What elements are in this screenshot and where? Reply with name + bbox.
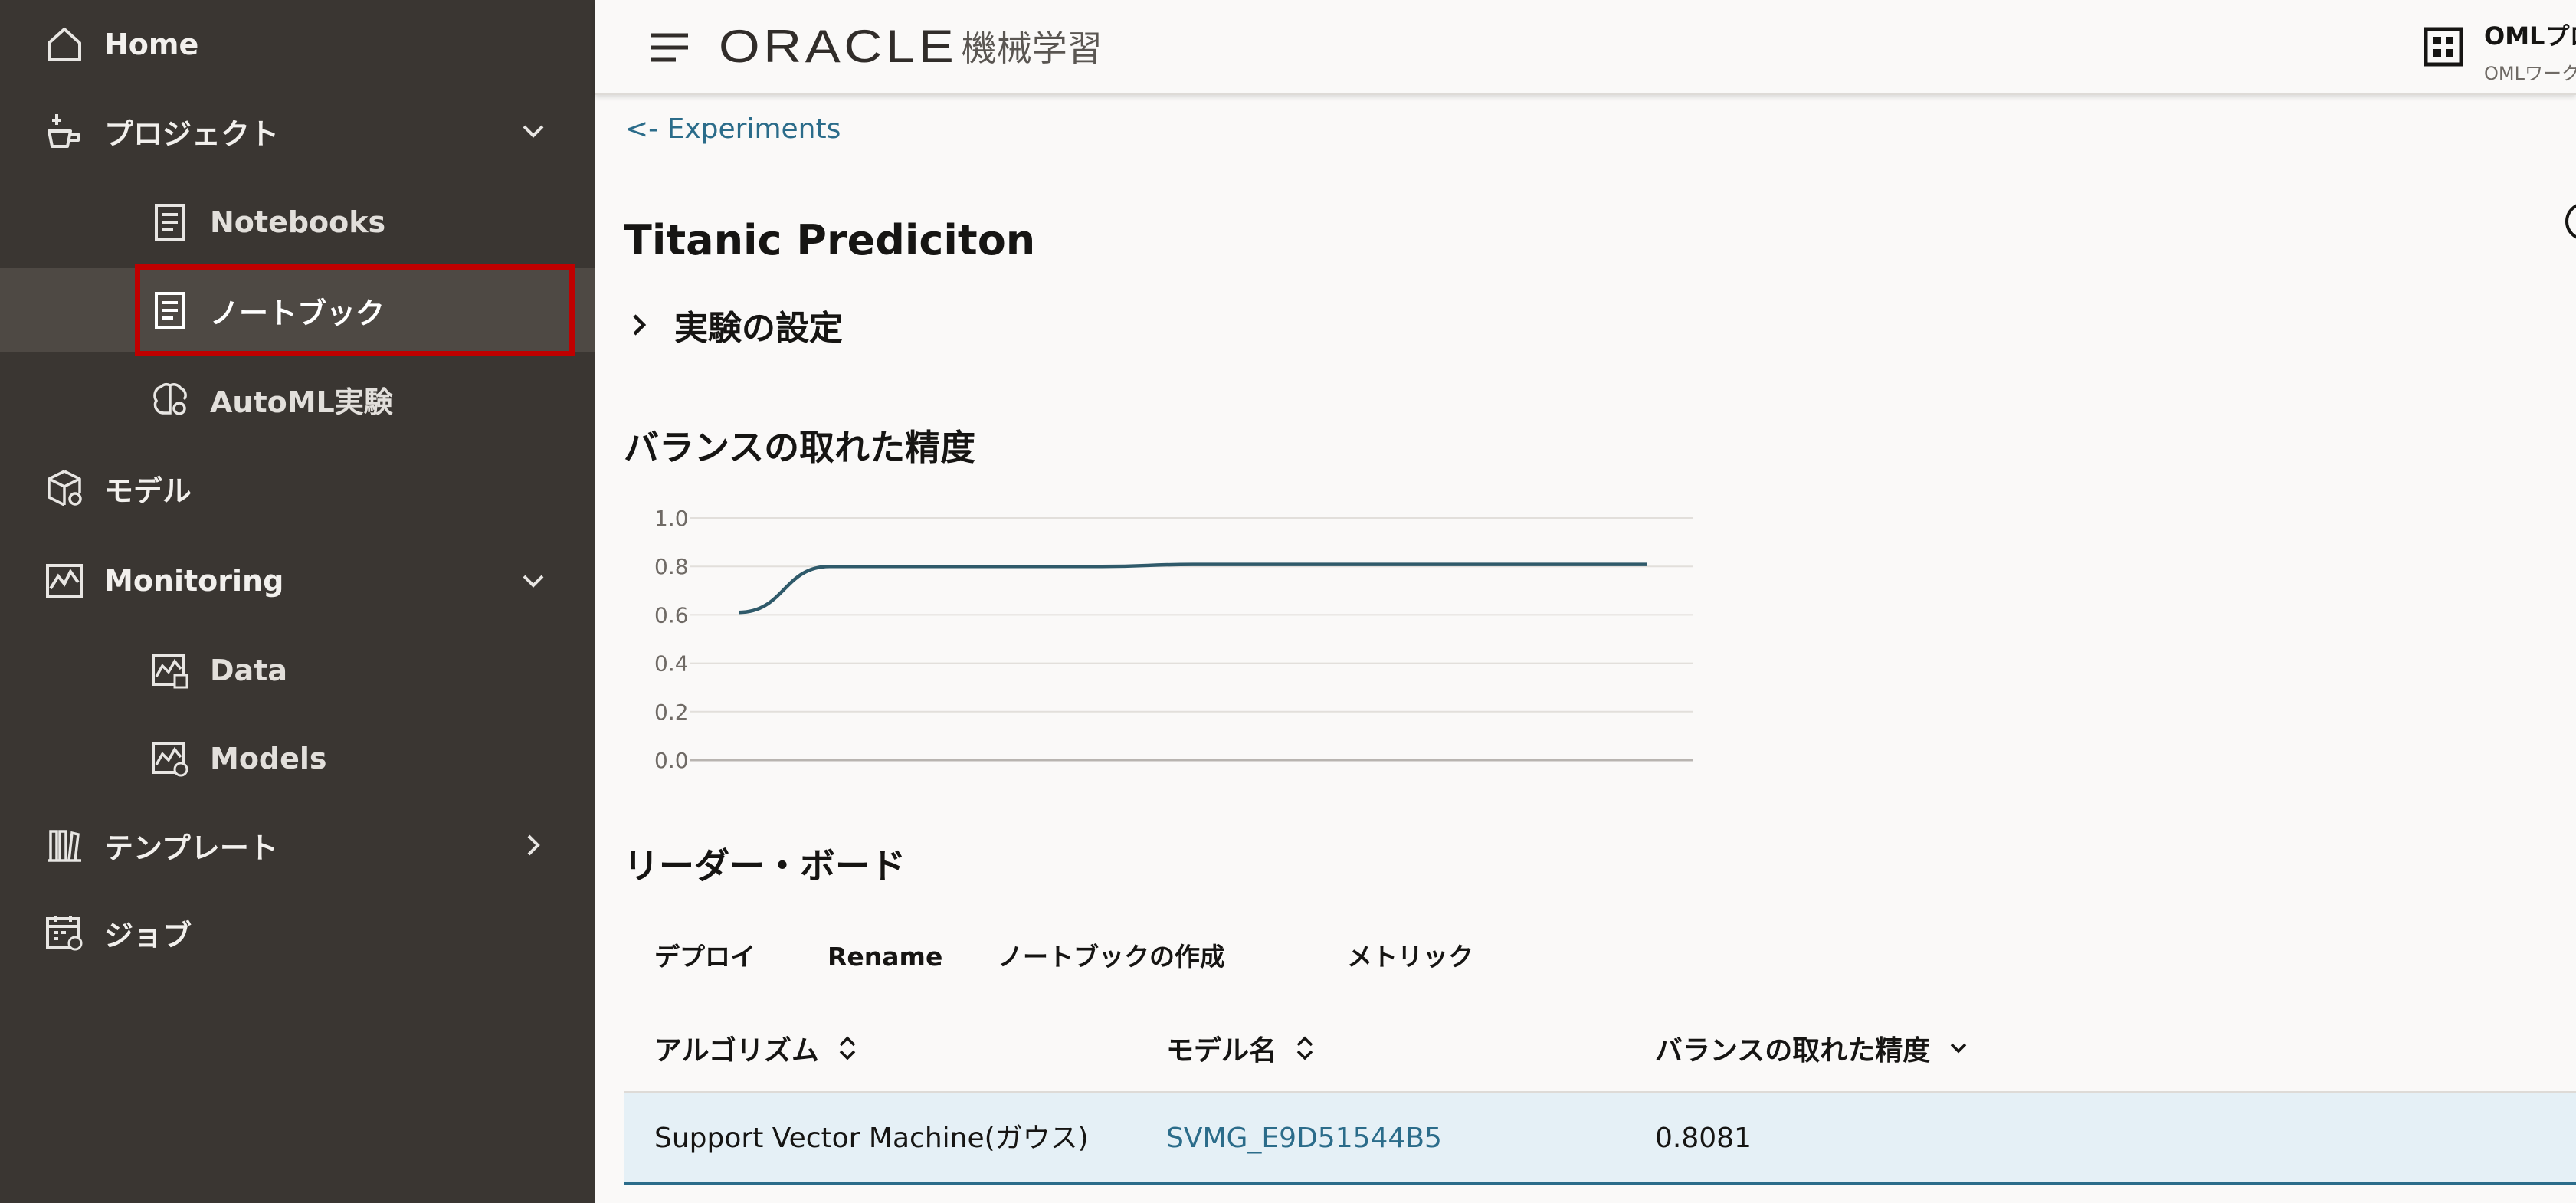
template-icon — [43, 824, 86, 867]
product-name: 機械学習 — [961, 28, 1103, 69]
sidebar-item-monitor-models[interactable]: Models — [0, 716, 595, 801]
sidebar-item-label: Monitoring — [104, 564, 284, 598]
y-tick-label: 0.6 — [654, 602, 689, 628]
models-monitor-icon — [149, 737, 192, 780]
table-row[interactable]: Support Vector Machine(ガウス) SVMG_E9D5154… — [624, 1093, 2576, 1185]
help-icon[interactable] — [2565, 202, 2576, 241]
experiment-settings-toggle[interactable]: 実験の設定 — [627, 302, 843, 348]
top-header: ORACLE 機械学習 OMLプロ OMLワーク — [595, 0, 2576, 95]
sidebar-item-notebooks[interactable]: Notebooks — [0, 180, 595, 264]
model-icon — [43, 467, 86, 510]
experiment-settings-label: 実験の設定 — [674, 309, 843, 348]
notebook-icon — [149, 201, 192, 244]
chevron-down-icon[interactable] — [518, 116, 549, 146]
chevron-down-icon[interactable] — [518, 565, 549, 596]
brand-logo[interactable]: ORACLE 機械学習 — [719, 20, 1103, 72]
sidebar-item-notebook-ja[interactable]: ノートブック — [0, 268, 595, 352]
page-title: Titanic Prediciton — [624, 216, 1036, 264]
y-tick-label: 0.2 — [654, 700, 689, 725]
sort-icon — [1296, 1036, 1313, 1060]
sort-icon — [839, 1036, 856, 1060]
leaderboard-table: アルゴリズム モデル名 バランスの取れた精度 Support Vector Ma… — [624, 1004, 2576, 1185]
sidebar-item-label: Data — [210, 654, 287, 687]
monitoring-icon — [43, 559, 86, 602]
sidebar-item-label: ノートブック — [210, 296, 385, 330]
home-icon — [43, 23, 86, 66]
sort-descending-icon — [1951, 1043, 1967, 1054]
sidebar-item-label: ジョブ — [104, 918, 192, 952]
y-tick-label: 0.0 — [654, 748, 689, 773]
hamburger-menu-icon[interactable] — [648, 28, 691, 67]
sidebar-item-automl[interactable]: AutoML実験 — [0, 357, 595, 441]
sidebar-item-models[interactable]: モデル — [0, 446, 595, 530]
workspace-subtitle: OMLワーク — [2484, 63, 2576, 84]
y-tick-label: 1.0 — [654, 506, 689, 531]
sidebar-item-jobs[interactable]: ジョブ — [0, 890, 595, 975]
sidebar-item-label: Models — [210, 742, 327, 775]
data-monitor-icon — [149, 649, 192, 692]
column-header-model-name[interactable]: モデル名 — [1166, 1004, 1316, 1093]
algorithm-cell: Support Vector Machine(ガウス) — [654, 1123, 1089, 1154]
oracle-logo: ORACLE — [719, 20, 958, 72]
chart-heading: バランスの取れた精度 — [624, 427, 976, 468]
sidebar-item-data[interactable]: Data — [0, 628, 595, 713]
y-tick-label: 0.4 — [654, 651, 689, 677]
create-notebook-button[interactable]: ノートブックの作成 — [998, 930, 1225, 984]
sidebar-item-label: テンプレート — [104, 831, 278, 865]
automl-icon — [149, 378, 192, 421]
workspace-name: OMLプロ — [2484, 21, 2576, 51]
sidebar-item-label: モデル — [104, 474, 192, 508]
sidebar-item-label: AutoML実験 — [210, 385, 393, 419]
main-content: <- Experiments Titanic Prediciton 実験の設定 … — [595, 95, 2576, 1203]
jobs-icon — [43, 911, 86, 954]
chart-svg: 0.0 0.2 0.4 0.6 0.8 1.0 — [654, 506, 1693, 773]
workspace-grid-icon[interactable] — [2423, 26, 2464, 67]
sidebar: Home プロジェクト Notebooks ノートブック AutoML実験 モデ… — [0, 0, 595, 1203]
notebook-icon — [149, 289, 192, 332]
sidebar-item-label: プロジェクト — [104, 116, 280, 151]
sidebar-item-monitoring[interactable]: Monitoring — [0, 539, 595, 623]
table-header: アルゴリズム モデル名 バランスの取れた精度 — [624, 1004, 2576, 1093]
sidebar-item-project[interactable]: プロジェクト — [0, 89, 595, 173]
chevron-right-icon — [633, 314, 647, 336]
project-icon — [43, 110, 86, 152]
metrics-button[interactable]: メトリック — [1347, 930, 1473, 984]
model-name-link[interactable]: SVMG_E9D51544B5 — [1166, 1093, 1442, 1185]
column-header-algorithm[interactable]: アルゴリズム — [654, 1004, 859, 1093]
series-line — [738, 562, 1647, 615]
deploy-button[interactable]: デプロイ — [654, 930, 755, 984]
back-to-experiments-link[interactable]: <- Experiments — [625, 113, 841, 145]
app: Home プロジェクト Notebooks ノートブック AutoML実験 モデ… — [0, 0, 2576, 1203]
sidebar-item-templates[interactable]: テンプレート — [0, 803, 595, 887]
sidebar-item-label: Notebooks — [210, 205, 386, 239]
chevron-right-icon[interactable] — [518, 830, 549, 860]
y-tick-label: 0.8 — [654, 554, 689, 579]
sidebar-item-label: Home — [104, 28, 199, 61]
column-header-balanced-accuracy[interactable]: バランスの取れた精度 — [1655, 1004, 1970, 1093]
balanced-accuracy-chart: 0.0 0.2 0.4 0.6 0.8 1.0 — [624, 493, 1942, 800]
sidebar-item-home[interactable]: Home — [0, 2, 595, 87]
accuracy-cell: 0.8081 — [1655, 1123, 1752, 1154]
workspace-selector[interactable]: OMLプロ OMLワーク — [2484, 17, 2576, 85]
rename-button[interactable]: Rename — [828, 930, 942, 984]
leaderboard-heading: リーダー・ボード — [624, 845, 906, 887]
